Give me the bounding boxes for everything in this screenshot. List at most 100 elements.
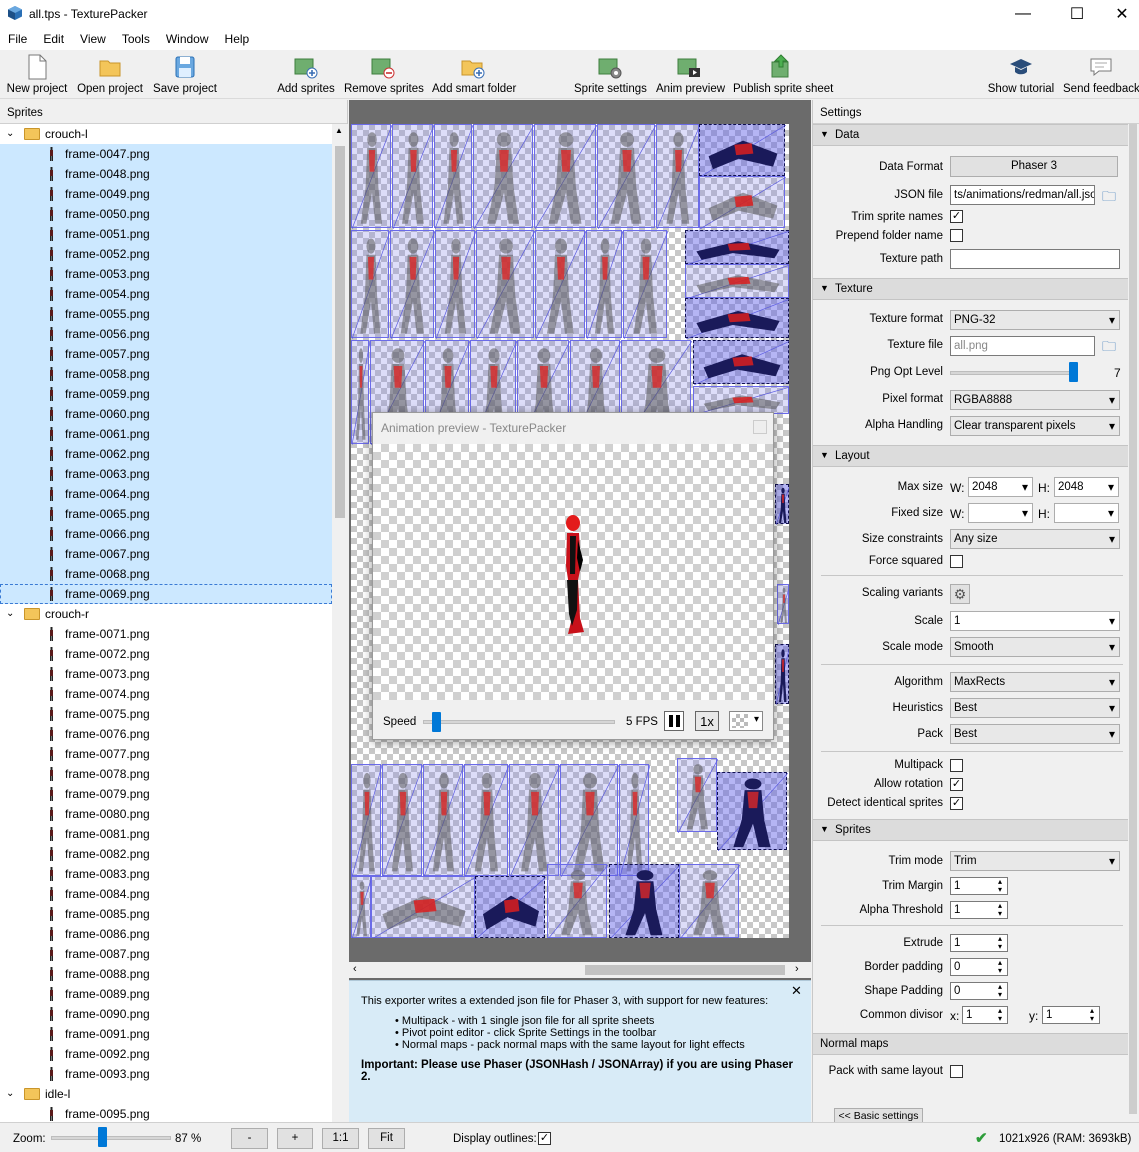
sprite-frame[interactable] <box>475 876 547 938</box>
algorithm-select[interactable]: MaxRects <box>950 672 1120 692</box>
sprite-frame[interactable] <box>586 230 624 340</box>
fixed-width-select[interactable] <box>968 503 1033 523</box>
minimize-button[interactable]: — <box>1000 0 1046 28</box>
png-opt-slider[interactable] <box>950 371 1078 375</box>
texture-format-select[interactable]: PNG-32 <box>950 310 1120 330</box>
publish-button[interactable]: Publish sprite sheet <box>733 54 833 95</box>
remove-sprites-button[interactable]: Remove sprites <box>344 54 424 95</box>
divisor-y-spinbox[interactable]: 1 <box>1042 1006 1100 1024</box>
prepend-folder-checkbox[interactable] <box>950 229 963 242</box>
sprite-row[interactable]: frame-0078.png <box>0 764 332 784</box>
menu-view[interactable]: View <box>72 28 114 50</box>
zoom-in-button[interactable]: + <box>277 1128 313 1149</box>
zoom-actual-button[interactable]: 1:1 <box>322 1128 359 1149</box>
folder-row[interactable]: ⌄ idle-l <box>0 1084 332 1104</box>
max-height-select[interactable]: 2048 <box>1054 477 1119 497</box>
sprite-frame[interactable] <box>775 644 789 706</box>
sprite-row[interactable]: frame-0091.png <box>0 1024 332 1044</box>
sprite-frame[interactable] <box>677 758 719 834</box>
sprite-tree[interactable]: ⌄ crouch-l frame-0047.png frame-0048.png fra… <box>0 124 332 1122</box>
show-tutorial-button[interactable]: Show tutorial <box>987 54 1055 95</box>
close-button[interactable]: ✕ <box>1099 0 1139 28</box>
sprite-frame[interactable] <box>597 124 657 230</box>
border-padding-spinbox[interactable]: 0 <box>950 958 1008 976</box>
sprite-frame[interactable] <box>392 124 435 230</box>
scaling-variants-gear-icon[interactable]: ⚙ <box>950 584 970 604</box>
json-file-input[interactable]: ts/animations/redman/all.json <box>950 185 1095 205</box>
layout-section-header[interactable]: Layout <box>813 445 1128 467</box>
scroll-left-icon[interactable]: ‹ <box>353 963 357 975</box>
zoom-slider[interactable] <box>51 1136 171 1140</box>
sprite-frame[interactable] <box>382 764 424 878</box>
trim-mode-select[interactable]: Trim <box>950 851 1120 871</box>
sprite-row[interactable]: frame-0077.png <box>0 744 332 764</box>
expand-chevron-icon[interactable]: ⌄ <box>6 604 14 624</box>
sprite-row[interactable]: frame-0060.png <box>0 404 332 424</box>
sprite-row[interactable]: frame-0085.png <box>0 904 332 924</box>
data-section-header[interactable]: Data <box>813 124 1128 146</box>
sprite-row[interactable]: frame-0061.png <box>0 424 332 444</box>
scale-mode-select[interactable]: Smooth <box>950 637 1120 657</box>
force-squared-checkbox[interactable] <box>950 555 963 568</box>
sprite-frame[interactable] <box>717 772 789 852</box>
expand-chevron-icon[interactable]: ⌄ <box>6 1084 14 1104</box>
sprite-frame[interactable] <box>351 876 373 938</box>
sprite-row[interactable]: frame-0072.png <box>0 644 332 664</box>
sprite-row[interactable]: frame-0088.png <box>0 964 332 984</box>
sprite-row[interactable]: frame-0053.png <box>0 264 332 284</box>
sprite-row[interactable]: frame-0047.png <box>0 144 332 164</box>
folder-row[interactable]: ⌄ crouch-l <box>0 124 332 144</box>
sprite-row[interactable]: frame-0071.png <box>0 624 332 644</box>
scroll-right-icon[interactable]: › <box>795 963 799 975</box>
size-constraints-select[interactable]: Any size <box>950 529 1120 549</box>
sprite-frame[interactable] <box>777 584 789 626</box>
settings-scrollbar[interactable] <box>1127 124 1139 1122</box>
sprite-frame[interactable] <box>371 876 477 938</box>
sprite-frame[interactable] <box>699 124 787 178</box>
browse-texture-icon[interactable]: 🗀 <box>1102 336 1116 360</box>
sprite-frame[interactable] <box>656 124 701 230</box>
sprite-frame[interactable] <box>619 764 651 878</box>
sprite-row[interactable]: frame-0052.png <box>0 244 332 264</box>
background-pattern-select[interactable]: ▾ <box>729 711 763 731</box>
normal-maps-section-header[interactable]: Normal maps <box>813 1033 1128 1055</box>
sprites-section-header[interactable]: Sprites <box>813 819 1128 841</box>
menu-window[interactable]: Window <box>158 28 217 50</box>
sprite-frame[interactable] <box>679 864 741 938</box>
save-project-button[interactable]: Save project <box>153 54 217 95</box>
zoom-slider-handle[interactable] <box>97 1127 107 1147</box>
zoom-fit-button[interactable]: Fit <box>368 1128 405 1149</box>
hscroll-thumb[interactable] <box>585 965 785 975</box>
max-width-select[interactable]: 2048 <box>968 477 1033 497</box>
png-opt-slider-handle[interactable] <box>1069 362 1078 382</box>
display-outlines-checkbox[interactable]: ✓ <box>538 1132 551 1145</box>
preview-close-button[interactable] <box>753 420 767 434</box>
sprite-row[interactable]: frame-0093.png <box>0 1064 332 1084</box>
data-format-button[interactable]: Phaser 3 <box>950 156 1118 177</box>
sprite-frame[interactable] <box>775 484 789 526</box>
sprite-row[interactable]: frame-0049.png <box>0 184 332 204</box>
sprite-frame[interactable] <box>390 230 436 340</box>
sprite-row[interactable]: frame-0048.png <box>0 164 332 184</box>
new-project-button[interactable]: New project <box>6 54 68 95</box>
browse-folder-icon[interactable]: 🗀 <box>1102 186 1116 210</box>
sprite-row[interactable]: frame-0055.png <box>0 304 332 324</box>
animation-preview-window[interactable]: Animation preview - TexturePacker Speed … <box>372 412 774 740</box>
sprite-frame[interactable] <box>560 764 620 878</box>
sprite-row[interactable]: frame-0087.png <box>0 944 332 964</box>
menu-tools[interactable]: Tools <box>114 28 158 50</box>
sprite-row[interactable]: frame-0057.png <box>0 344 332 364</box>
sprite-row[interactable]: frame-0075.png <box>0 704 332 724</box>
sprite-frame[interactable] <box>693 340 789 386</box>
shape-padding-spinbox[interactable]: 0 <box>950 982 1008 1000</box>
sprite-frame[interactable] <box>547 864 609 938</box>
sprite-row[interactable]: frame-0050.png <box>0 204 332 224</box>
sprite-frame[interactable] <box>476 230 536 340</box>
sprite-frame[interactable] <box>685 230 789 266</box>
sprite-row[interactable]: frame-0073.png <box>0 664 332 684</box>
sprite-row[interactable]: frame-0056.png <box>0 324 332 344</box>
zoom-out-button[interactable]: - <box>231 1128 268 1149</box>
add-sprites-button[interactable]: Add sprites <box>277 54 335 95</box>
scrollbar-thumb[interactable] <box>335 146 345 518</box>
sprite-row[interactable]: frame-0082.png <box>0 844 332 864</box>
